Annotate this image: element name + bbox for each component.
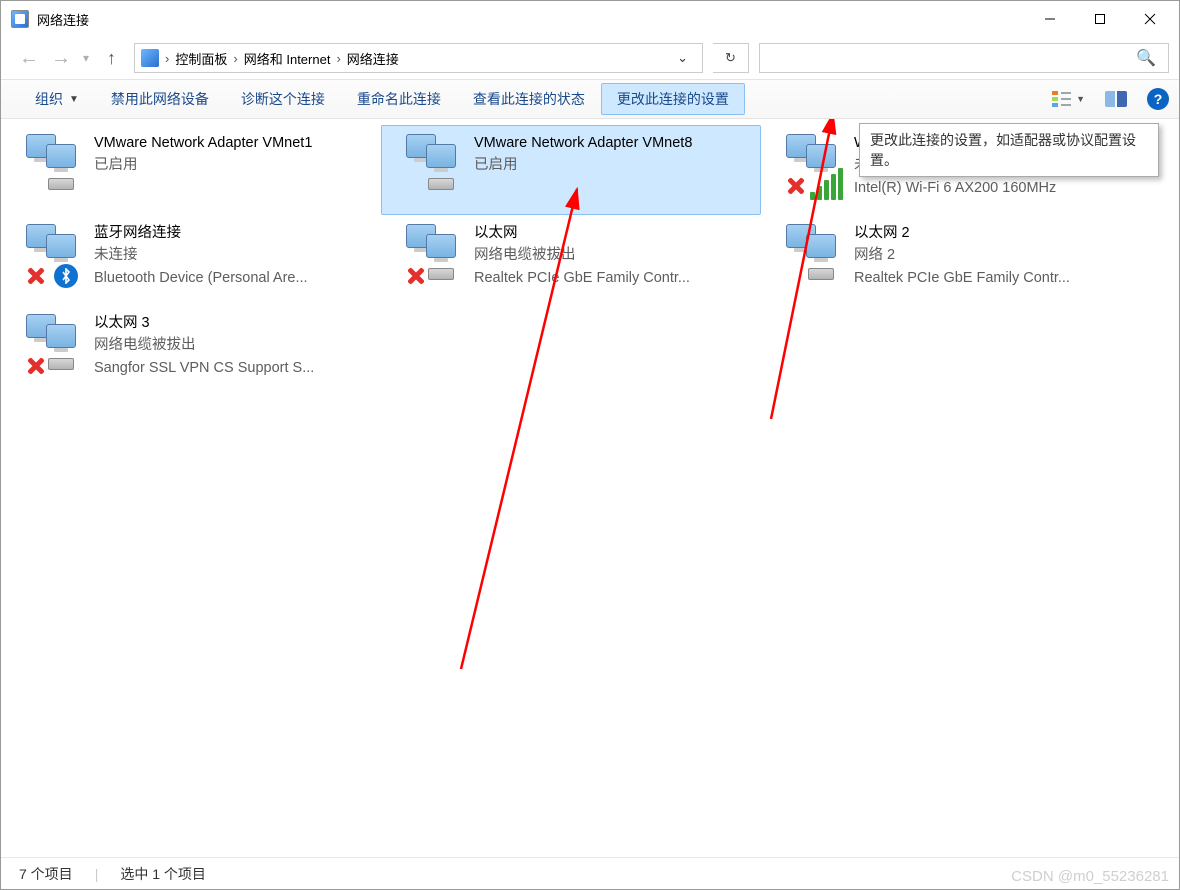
window: 网络连接 ← → ▾ ↑ › 控制面板 › 网络和 I xyxy=(0,0,1180,890)
network-adapter-item[interactable]: 以太网网络电缆被拔出Realtek PCIe GbE Family Contr.… xyxy=(381,215,761,305)
disable-device-button[interactable]: 禁用此网络设备 xyxy=(95,80,225,118)
content-area: 更改此连接的设置，如适配器或协议配置设置。 VMware Network Ada… xyxy=(1,119,1179,857)
navbar: ← → ▾ ↑ › 控制面板 › 网络和 Internet › 网络连接 ⌄ ↻… xyxy=(1,37,1179,79)
adapter-name: VMware Network Adapter VMnet1 xyxy=(94,132,368,154)
address-dropdown[interactable]: ⌄ xyxy=(667,50,698,66)
nav-up-button[interactable]: ↑ xyxy=(107,48,116,69)
adapter-status: 已启用 xyxy=(94,154,368,176)
nav-back-button[interactable]: ← xyxy=(19,47,39,70)
breadcrumb: › 控制面板 › 网络和 Internet › 网络连接 xyxy=(165,49,399,68)
preview-pane-button[interactable] xyxy=(1095,80,1137,118)
network-adapter-item[interactable]: VMware Network Adapter VMnet8已启用 xyxy=(381,125,761,215)
adapter-name: 蓝牙网络连接 xyxy=(94,222,368,244)
network-adapter-icon xyxy=(26,312,82,378)
search-icon: 🔍 xyxy=(1136,48,1156,68)
adapter-status: 未连接 xyxy=(94,244,368,266)
network-adapter-item[interactable]: 蓝牙网络连接未连接Bluetooth Device (Personal Are.… xyxy=(1,215,381,305)
network-adapter-icon xyxy=(26,132,82,198)
status-selected-count: 选中 1 个项目 xyxy=(120,864,206,884)
help-button[interactable]: ? xyxy=(1137,80,1179,118)
adapter-name: 以太网 3 xyxy=(94,312,368,334)
network-adapter-item[interactable]: 以太网 3网络电缆被拔出Sangfor SSL VPN CS Support S… xyxy=(1,305,381,395)
diagnose-button[interactable]: 诊断这个连接 xyxy=(225,80,341,118)
organize-button[interactable]: 组织▼ xyxy=(19,80,95,118)
adapter-status: 网络电缆被拔出 xyxy=(474,244,748,266)
close-button[interactable] xyxy=(1125,2,1175,36)
search-input[interactable]: 🔍 xyxy=(759,43,1169,73)
toolbar: 组织▼ 禁用此网络设备 诊断这个连接 重命名此连接 查看此连接的状态 更改此连接… xyxy=(1,79,1179,119)
nav-history-dropdown[interactable]: ▾ xyxy=(83,51,89,65)
view-mode-button[interactable]: ▼ xyxy=(1042,80,1095,118)
adapter-status: 已启用 xyxy=(474,154,748,176)
adapter-name: VMware Network Adapter VMnet8 xyxy=(474,132,748,154)
statusbar: 7 个项目 | 选中 1 个项目 xyxy=(1,857,1179,889)
view-list-icon xyxy=(1052,91,1072,107)
address-icon xyxy=(141,49,159,67)
breadcrumb-segment[interactable]: 网络连接 xyxy=(347,49,399,68)
breadcrumb-segment[interactable]: 控制面板 xyxy=(175,49,227,68)
watermark: CSDN @m0_55236281 xyxy=(1011,868,1169,885)
adapter-detail: Realtek PCIe GbE Family Contr... xyxy=(474,267,748,289)
adapter-status: 网络 2 xyxy=(854,244,1128,266)
adapter-detail: Intel(R) Wi-Fi 6 AX200 160MHz xyxy=(854,177,1128,199)
window-title: 网络连接 xyxy=(37,10,89,29)
view-status-button[interactable]: 查看此连接的状态 xyxy=(457,80,601,118)
network-adapter-icon xyxy=(406,222,462,288)
network-adapter-item[interactable]: VMware Network Adapter VMnet1已启用 xyxy=(1,125,381,215)
minimize-button[interactable] xyxy=(1025,2,1075,36)
nav-forward-button[interactable]: → xyxy=(51,47,71,70)
network-adapter-icon xyxy=(786,132,842,198)
network-adapter-item[interactable]: 以太网 2网络 2Realtek PCIe GbE Family Contr..… xyxy=(761,215,1141,305)
network-adapter-icon xyxy=(786,222,842,288)
breadcrumb-segment[interactable]: 网络和 Internet xyxy=(244,49,331,68)
rename-button[interactable]: 重命名此连接 xyxy=(341,80,457,118)
app-icon xyxy=(11,10,29,28)
adapter-name: 以太网 xyxy=(474,222,748,244)
titlebar: 网络连接 xyxy=(1,1,1179,37)
adapter-name: 以太网 2 xyxy=(854,222,1128,244)
adapter-status: 网络电缆被拔出 xyxy=(94,334,368,356)
change-settings-button[interactable]: 更改此连接的设置 xyxy=(601,83,745,115)
address-bar[interactable]: › 控制面板 › 网络和 Internet › 网络连接 ⌄ xyxy=(134,43,703,73)
network-adapter-icon xyxy=(406,132,462,198)
preview-pane-icon xyxy=(1105,91,1127,107)
adapter-detail: Realtek PCIe GbE Family Contr... xyxy=(854,267,1128,289)
tooltip: 更改此连接的设置，如适配器或协议配置设置。 xyxy=(859,123,1159,177)
adapter-detail: Bluetooth Device (Personal Are... xyxy=(94,267,368,289)
help-icon: ? xyxy=(1147,88,1169,110)
network-adapter-icon xyxy=(26,222,82,288)
adapter-detail: Sangfor SSL VPN CS Support S... xyxy=(94,357,368,379)
maximize-button[interactable] xyxy=(1075,2,1125,36)
refresh-button[interactable]: ↻ xyxy=(713,43,749,73)
status-item-count: 7 个项目 xyxy=(19,864,73,884)
